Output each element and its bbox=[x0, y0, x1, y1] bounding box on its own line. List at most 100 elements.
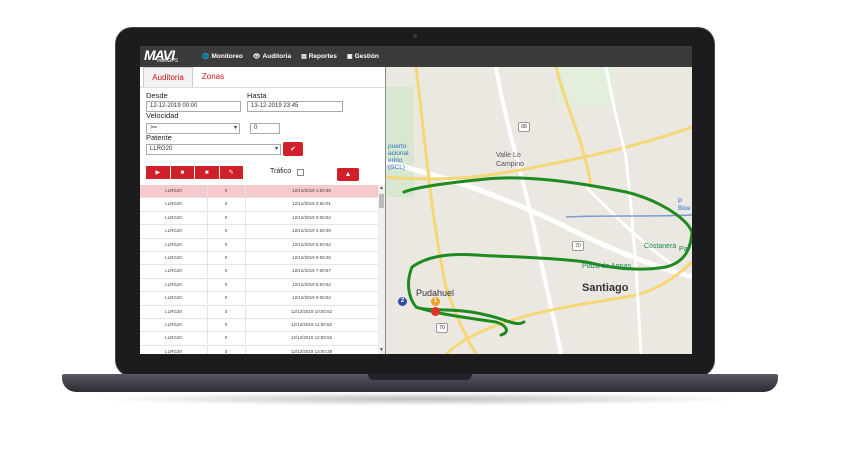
nav-label: Reportes bbox=[308, 53, 337, 60]
logo-sub: maviGPS bbox=[157, 58, 179, 64]
audit-panel: Auditoria Zonas Desde 12-12-2019 00:00 H… bbox=[140, 67, 385, 354]
chevron-down-icon: ▾ bbox=[274, 146, 278, 152]
stop-button[interactable]: ■ bbox=[195, 166, 219, 179]
patente-select[interactable]: LLRG20 ▾ bbox=[146, 144, 281, 155]
table-row[interactable]: LLRG20 0 12/12/2019 6:50:46 bbox=[140, 251, 378, 266]
table-row[interactable]: LLRG20 0 12/12/2019 12:50:52 bbox=[140, 332, 378, 346]
top-nav-bar: MAVI maviGPS 🌐 Monitoreo 👁 Auditoría ▤ R… bbox=[140, 46, 692, 67]
cell-fecha: 12/12/2019 10:50:52 bbox=[290, 308, 333, 314]
map-label-aeropuerto: puerto acional erino (SCL) bbox=[388, 143, 409, 171]
patente-value: LLRG20 bbox=[150, 146, 173, 152]
cell-patente: LLRG20 bbox=[140, 332, 208, 345]
desde-label: Desde bbox=[146, 91, 168, 100]
user-export-icon: ▲ bbox=[344, 171, 352, 178]
table-scrollbar[interactable]: ▲ ▼ bbox=[378, 185, 385, 354]
cell-fecha: 12/12/2019 4:50:39 bbox=[292, 228, 331, 234]
panel-tabs: Auditoria Zonas bbox=[140, 67, 385, 88]
cell-velocidad: 0 bbox=[207, 278, 246, 291]
export-button[interactable]: ▲ bbox=[337, 168, 359, 181]
trafico-label: Tráfico bbox=[270, 168, 292, 175]
eraser-icon: ✎ bbox=[228, 170, 234, 176]
cell-velocidad: 0 bbox=[207, 185, 246, 197]
cell-velocidad: 0 bbox=[207, 211, 246, 224]
nav-label: Auditoría bbox=[262, 53, 292, 60]
hasta-label: Hasta bbox=[247, 91, 267, 100]
tab-auditoria[interactable]: Auditoria bbox=[143, 67, 193, 87]
cell-patente: LLRG20 bbox=[140, 318, 208, 331]
clear-button[interactable]: ✎ bbox=[219, 166, 243, 179]
stop-icon: ■ bbox=[204, 169, 209, 176]
cell-fecha: 12/12/2019 9:50:52 bbox=[292, 295, 331, 301]
table-row[interactable]: LLRG20 0 12/12/2019 4:50:39 bbox=[140, 225, 378, 239]
cell-patente: LLRG20 bbox=[140, 278, 208, 291]
nav-item-auditoria[interactable]: 👁 Auditoría bbox=[253, 53, 291, 60]
nav-item-monitoreo[interactable]: 🌐 Monitoreo bbox=[202, 53, 243, 60]
app-logo[interactable]: MAVI maviGPS bbox=[144, 47, 182, 66]
nav-label: Gestión bbox=[354, 53, 379, 60]
cell-fecha: 12/12/2019 5:50:52 bbox=[292, 241, 331, 247]
airport-area bbox=[386, 87, 414, 197]
map-marker-current[interactable] bbox=[431, 307, 440, 316]
document-icon: ▤ bbox=[301, 54, 307, 60]
scroll-down-icon[interactable]: ▼ bbox=[378, 347, 385, 354]
scroll-up-icon[interactable]: ▲ bbox=[378, 185, 385, 192]
cell-patente: LLRG20 bbox=[140, 238, 208, 251]
table-row[interactable]: LLRG20 0 12/12/2019 11:50:52 bbox=[140, 318, 378, 333]
pause-button[interactable]: ■ bbox=[170, 166, 194, 179]
laptop-lid: MAVI maviGPS 🌐 Monitoreo 👁 Auditoría ▤ R… bbox=[116, 28, 714, 376]
map-label-par: Par bbox=[679, 246, 690, 253]
table-row[interactable]: LLRG20 0 12/12/2019 1:50:39 bbox=[140, 185, 378, 199]
main-nav: 🌐 Monitoreo 👁 Auditoría ▤ Reportes ▣ Ges… bbox=[202, 46, 379, 67]
chevron-down-icon: ▾ bbox=[233, 125, 237, 131]
cell-patente: LLRG20 bbox=[140, 292, 208, 305]
check-icon: ✔ bbox=[290, 146, 296, 153]
cell-fecha: 12/12/2019 11:50:52 bbox=[291, 321, 332, 327]
cell-fecha: 12/12/2019 6:50:46 bbox=[292, 254, 331, 260]
scroll-thumb[interactable] bbox=[379, 194, 384, 208]
route-shield: 70 bbox=[436, 323, 448, 333]
map-marker-start[interactable]: 2 bbox=[398, 297, 407, 306]
nav-item-reportes[interactable]: ▤ Reportes bbox=[301, 53, 337, 60]
nav-label: Monitoreo bbox=[211, 53, 243, 60]
laptop-base bbox=[62, 374, 778, 392]
confirm-button[interactable]: ✔ bbox=[283, 142, 303, 156]
cell-fecha: 12/12/2019 8:50:52 bbox=[292, 281, 331, 287]
globe-icon: 🌐 bbox=[202, 54, 210, 60]
cell-patente: LLRG20 bbox=[140, 251, 208, 264]
cell-fecha: 12/12/2019 2:50:01 bbox=[292, 201, 331, 207]
cell-velocidad: 0 bbox=[207, 238, 246, 251]
cell-patente: LLRG20 bbox=[140, 305, 208, 318]
table-row[interactable]: LLRG20 0 12/12/2019 13:50:39 bbox=[140, 345, 378, 354]
trafico-checkbox[interactable] bbox=[297, 169, 304, 176]
map-label-bice: P Bice bbox=[678, 198, 691, 212]
cell-fecha: 12/12/2019 7:50:57 bbox=[292, 268, 331, 274]
playback-controls: ▶ ■ ■ ✎ bbox=[146, 166, 243, 179]
cell-fecha: 12/12/2019 13:50:39 bbox=[290, 348, 333, 354]
table-row[interactable]: LLRG20 0 12/12/2019 2:50:01 bbox=[140, 198, 378, 212]
nav-item-gestion[interactable]: ▣ Gestión bbox=[347, 53, 379, 60]
map-label-santiago: Santiago bbox=[582, 282, 629, 294]
map-label-valle: Valle Lo Campino bbox=[496, 152, 525, 168]
play-button[interactable]: ▶ bbox=[146, 166, 170, 179]
map-marker-1[interactable]: 1 bbox=[431, 297, 440, 306]
table-row[interactable]: LLRG20 0 12/12/2019 8:50:52 bbox=[140, 278, 378, 293]
cell-patente: LLRG20 bbox=[140, 345, 208, 354]
table-row[interactable]: LLRG20 0 12/12/2019 3:50:52 bbox=[140, 211, 378, 226]
table-row[interactable]: LLRG20 0 12/12/2019 7:50:57 bbox=[140, 265, 378, 279]
map-label-costanera: Costanera bbox=[644, 243, 677, 250]
tab-zonas[interactable]: Zonas bbox=[195, 67, 231, 86]
table-row[interactable]: LLRG20 0 12/12/2019 9:50:52 bbox=[140, 292, 378, 306]
records-table: LLRG20 0 12/12/2019 1:50:39 LLRG20 0 12/12/20… bbox=[140, 185, 378, 354]
cell-velocidad: 0 bbox=[207, 198, 246, 211]
map-view[interactable]: Santiago Pudahuel Valle Lo Campino puert… bbox=[386, 67, 692, 354]
velocidad-operator-value: >= bbox=[150, 125, 158, 131]
briefcase-icon: ▣ bbox=[346, 54, 353, 60]
table-row[interactable]: LLRG20 0 12/12/2019 5:50:52 bbox=[140, 238, 378, 252]
table-row[interactable]: LLRG20 0 12/12/2019 10:50:52 bbox=[140, 305, 378, 319]
velocidad-label: Velocidad bbox=[146, 111, 179, 120]
hasta-input[interactable]: 13-12-2019 23:45 bbox=[247, 101, 343, 112]
eye-icon: 👁 bbox=[252, 54, 261, 60]
velocidad-input[interactable]: 0 bbox=[250, 123, 280, 134]
cell-velocidad: 0 bbox=[207, 345, 246, 354]
route-shield: 70 bbox=[572, 241, 584, 251]
